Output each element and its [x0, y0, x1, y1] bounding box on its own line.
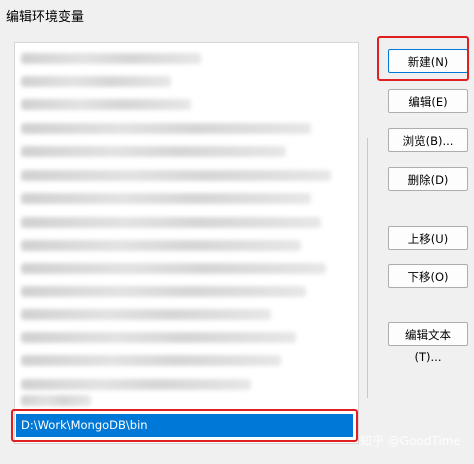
- blurred-entry[interactable]: [21, 395, 91, 406]
- path-list[interactable]: [14, 42, 359, 444]
- highlight-selected-entry: [11, 409, 358, 442]
- blurred-entry[interactable]: [21, 263, 326, 274]
- browse-button[interactable]: 浏览(B)...: [388, 128, 468, 152]
- edit-button[interactable]: 编辑(E): [388, 89, 468, 113]
- blurred-entry[interactable]: [21, 355, 281, 366]
- dialog-title: 编辑环境变量: [6, 10, 85, 25]
- blurred-entry[interactable]: [21, 99, 191, 110]
- watermark: 知乎 @GoodTime: [360, 434, 461, 448]
- blurred-entry[interactable]: [21, 193, 311, 204]
- blurred-entry[interactable]: [21, 217, 321, 228]
- delete-button[interactable]: 删除(D): [388, 167, 468, 191]
- edit-env-var-dialog: 编辑环境变量 D:\Work\MongoDB\bin 新建(N) 编辑(E) 浏…: [0, 0, 474, 464]
- blurred-entry[interactable]: [21, 379, 251, 390]
- move-up-button[interactable]: 上移(U): [388, 226, 468, 250]
- blurred-entry[interactable]: [21, 146, 286, 157]
- blurred-entry[interactable]: [21, 170, 331, 181]
- blurred-entry[interactable]: [21, 76, 171, 87]
- highlight-new-button: [377, 36, 469, 81]
- blurred-entry[interactable]: [21, 309, 271, 320]
- blurred-entry[interactable]: [21, 286, 306, 297]
- edit-text-button[interactable]: 编辑文本(T)...: [388, 322, 468, 364]
- list-scrollbar[interactable]: [367, 138, 368, 398]
- blurred-entry[interactable]: [21, 53, 201, 64]
- move-down-button[interactable]: 下移(O): [388, 264, 468, 288]
- blurred-entry[interactable]: [21, 123, 311, 134]
- blurred-entry[interactable]: [21, 240, 301, 251]
- blurred-entry[interactable]: [21, 332, 296, 343]
